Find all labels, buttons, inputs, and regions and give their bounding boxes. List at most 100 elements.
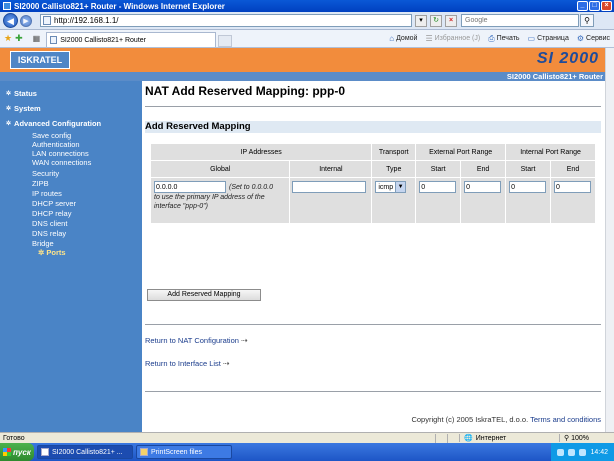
- sidebar-subitem-authentication[interactable]: Authentication: [32, 140, 80, 149]
- url-dropdown-button[interactable]: ▾: [415, 14, 427, 27]
- ie-icon: [3, 2, 11, 10]
- tab-label: SI2000 Callisto821+ Router: [60, 36, 146, 44]
- sidebar-subitem-lan-connections[interactable]: LAN connections: [32, 149, 89, 158]
- home-label: Домой: [396, 35, 418, 42]
- page-viewport: ISKRATEL SI 2000 SI2000 Callisto821+ Rou…: [0, 48, 605, 432]
- close-button[interactable]: ×: [601, 1, 612, 11]
- url-field-container: [40, 14, 412, 27]
- zoom-control[interactable]: ⚲ 100%: [559, 434, 614, 442]
- type-cell: icmp ▼: [371, 177, 417, 224]
- terms-link[interactable]: Terms and conditions: [530, 415, 601, 424]
- sidebar-item-label: Advanced Configuration: [14, 119, 102, 128]
- int-start-input[interactable]: [509, 181, 547, 193]
- home-button[interactable]: ⌂ Домой: [389, 34, 417, 44]
- print-button[interactable]: ⎙ Печать: [488, 34, 519, 44]
- stop-button[interactable]: ×: [445, 14, 457, 27]
- sidebar-subitem-security[interactable]: Security: [32, 169, 59, 178]
- header-int-end: End: [550, 160, 596, 178]
- taskbar-item-label: PrintScreen files: [151, 448, 202, 456]
- page-label: Страница: [537, 35, 569, 42]
- quick-tabs-icon[interactable]: ▦: [33, 34, 41, 43]
- page-icon: [50, 36, 58, 44]
- header-ext-end: End: [460, 160, 507, 178]
- url-input[interactable]: [54, 16, 411, 25]
- tray-icon[interactable]: [568, 448, 576, 456]
- clock: 14:42: [590, 448, 608, 456]
- vertical-scrollbar[interactable]: [605, 48, 614, 432]
- sidebar-subitem-ports[interactable]: ✲ Ports: [38, 248, 66, 257]
- search-field-container: [461, 14, 579, 27]
- minimize-button[interactable]: _: [577, 1, 588, 11]
- ext-start-input[interactable]: [419, 181, 457, 193]
- favorites-star-icon[interactable]: ★: [4, 33, 12, 44]
- si2000-brand: SI 2000: [536, 50, 599, 67]
- window-controls: _ □ ×: [577, 1, 612, 11]
- header-int-start: Start: [505, 160, 552, 178]
- search-icon[interactable]: ⚲: [580, 14, 594, 27]
- back-button[interactable]: ◀: [3, 13, 18, 28]
- security-zone: 🌐 Интернет: [459, 434, 559, 442]
- taskbar-item-label: SI2000 Callisto821+ ...: [52, 448, 123, 456]
- taskbar-item-folder[interactable]: PrintScreen files: [136, 445, 232, 459]
- page-menu-button[interactable]: ▭ Страница: [528, 34, 569, 44]
- sidebar-item-advanced-configuration[interactable]: ✲ Advanced Configuration: [6, 119, 101, 128]
- tools-menu-button[interactable]: ⚙ Сервис: [577, 34, 610, 44]
- internal-ip-input[interactable]: [292, 181, 367, 193]
- gear-icon: ⚙: [576, 34, 585, 43]
- feeds-button[interactable]: ☰ Избранное (J): [425, 34, 480, 44]
- system-tray: 14:42: [551, 443, 614, 461]
- sidebar-subitem-zipb[interactable]: ZIPB: [32, 179, 49, 188]
- int-end-input[interactable]: [554, 181, 592, 193]
- new-tab-button[interactable]: [218, 35, 233, 47]
- sidebar-subitem-save-config[interactable]: Save config: [32, 131, 71, 140]
- return-nat-label: Return to NAT Configuration: [145, 336, 239, 345]
- forward-button[interactable]: ▶: [20, 14, 32, 27]
- page-icon: [43, 16, 51, 25]
- header-internal-port-range: Internal Port Range: [505, 143, 596, 161]
- router-subtitle-bar: SI2000 Callisto821+ Router: [0, 72, 605, 81]
- command-bar: ⌂ Домой ☰ Избранное (J) ⎙ Печать ▭ Страница …: [389, 34, 610, 44]
- int-end-cell: [550, 177, 596, 224]
- address-toolbar: ◀ ▶ ▾ ↻ × ⚲: [0, 12, 614, 30]
- sidebar-subitem-wan-connections[interactable]: WAN connections: [32, 158, 91, 167]
- transport-type-select[interactable]: icmp ▼: [375, 181, 407, 193]
- sidebar-subitem-dns-client[interactable]: DNS client: [32, 219, 67, 228]
- header-ip-addresses: IP Addresses: [149, 143, 373, 161]
- int-start-cell: [505, 177, 552, 224]
- router-model: SI2000 Callisto821+ Router: [506, 72, 603, 81]
- table-group-header-row: IP Addresses Transport External Port Ran…: [149, 143, 596, 161]
- zoom-level: 100%: [571, 435, 589, 442]
- tray-icon[interactable]: [579, 448, 587, 456]
- sidebar-item-system[interactable]: ✲ System: [6, 104, 41, 113]
- refresh-button[interactable]: ↻: [430, 14, 442, 27]
- sidebar-subitem-dhcp-server[interactable]: DHCP server: [32, 199, 76, 208]
- links-divider-bottom: [145, 391, 601, 392]
- chevron-down-icon: ▼: [395, 182, 406, 192]
- return-nat-link[interactable]: Return to NAT Configuration ⇢: [145, 336, 248, 345]
- sidebar-subitem-dns-relay[interactable]: DNS relay: [32, 229, 66, 238]
- taskbar-item-ie[interactable]: SI2000 Callisto821+ ...: [37, 445, 133, 459]
- tab-router[interactable]: SI2000 Callisto821+ Router: [46, 32, 217, 47]
- search-input[interactable]: [465, 17, 578, 24]
- sidebar-subitem-bridge[interactable]: Bridge: [32, 239, 54, 248]
- status-bar: Готово 🌐 Интернет ⚲ 100%: [0, 432, 614, 443]
- nav-bullet-icon: ✲: [6, 106, 12, 112]
- start-button[interactable]: пуск: [0, 443, 34, 461]
- page-menu-icon: ▭: [527, 34, 536, 43]
- add-reserved-mapping-button[interactable]: Add Reserved Mapping: [147, 289, 261, 301]
- global-ip-input[interactable]: [154, 181, 226, 193]
- return-interface-link[interactable]: Return to Interface List ⇢: [145, 359, 230, 368]
- sidebar-item-status[interactable]: ✲ Status: [6, 89, 37, 98]
- taskbar: пуск SI2000 Callisto821+ ... PrintScreen…: [0, 443, 614, 461]
- ext-end-input[interactable]: [464, 181, 502, 193]
- magnifier-icon: ⚲: [564, 435, 570, 442]
- maximize-button[interactable]: □: [589, 1, 600, 11]
- feeds-label: Избранное (J): [434, 35, 481, 42]
- zone-label: Интернет: [475, 434, 507, 442]
- add-favorite-icon[interactable]: ✚: [15, 33, 23, 44]
- nav-bullet-icon: ✲: [6, 91, 12, 97]
- sidebar-subitem-dhcp-relay[interactable]: DHCP relay: [32, 209, 71, 218]
- tray-icon[interactable]: [557, 448, 565, 456]
- transport-type-value: icmp: [378, 183, 394, 191]
- sidebar-subitem-ip-routes[interactable]: IP routes: [32, 189, 62, 198]
